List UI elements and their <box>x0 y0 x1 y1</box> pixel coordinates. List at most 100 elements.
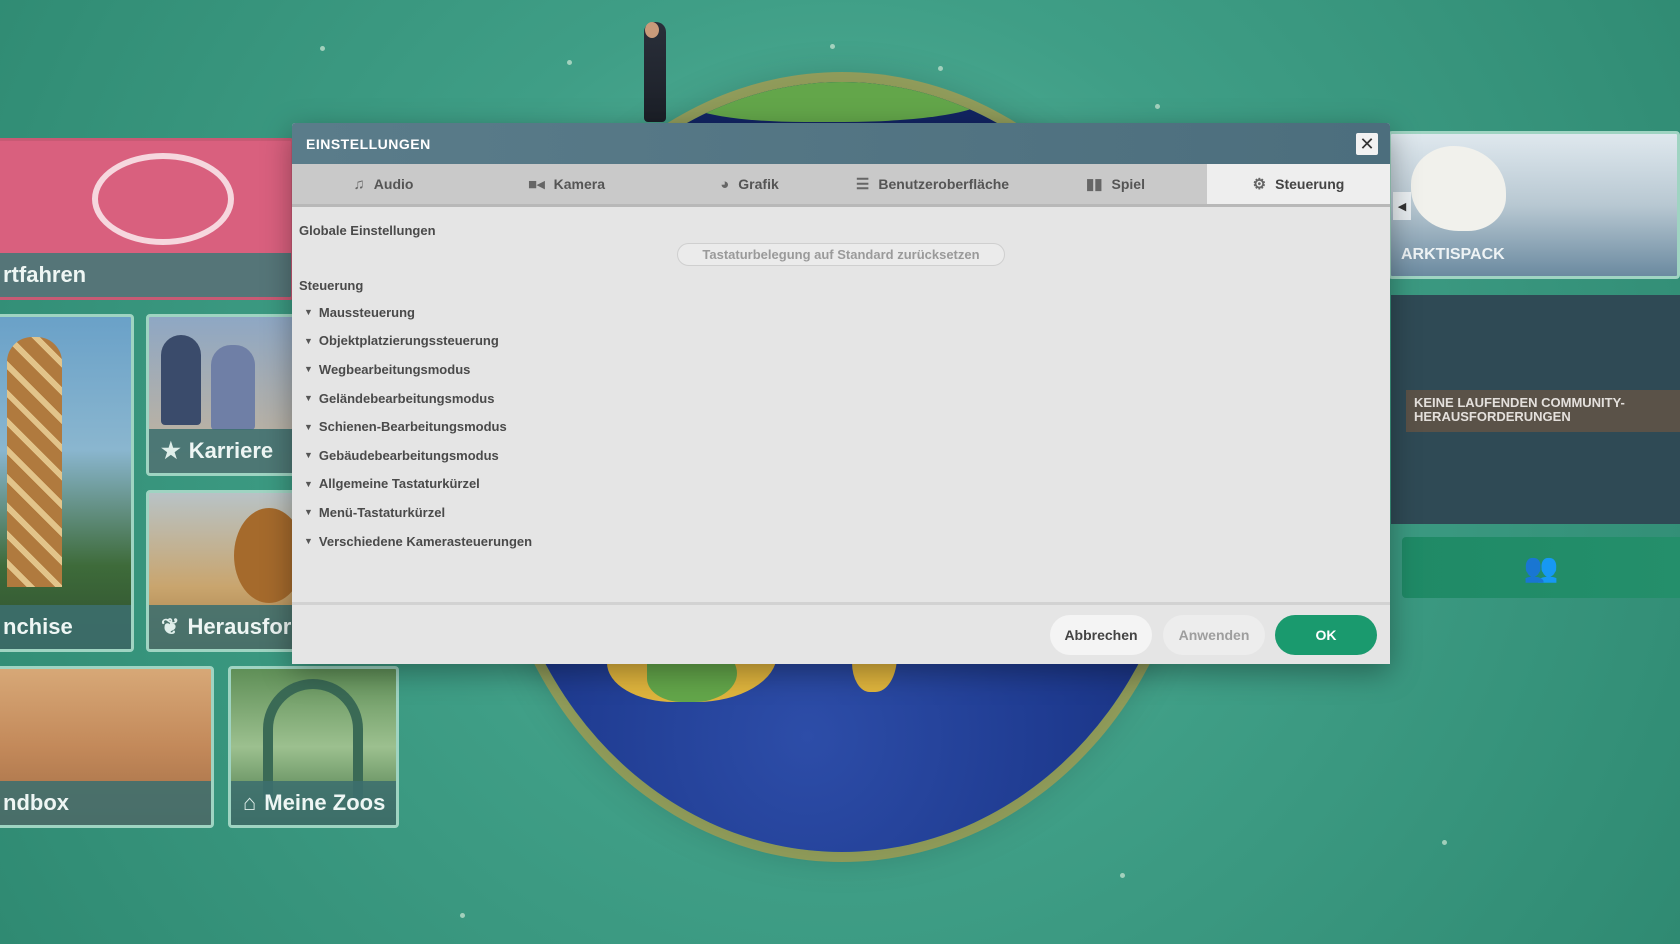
camera-icon: ■◂ <box>528 176 545 193</box>
tab-label: Spiel <box>1111 176 1145 192</box>
continue-tile[interactable]: rtfahren <box>0 138 294 300</box>
control-groups-list: ▼ Maussteuerung ▼ Objektplatzierungssteu… <box>299 298 1383 555</box>
career-label: ★ Karriere <box>149 429 293 473</box>
career-tile[interactable]: ★ Karriere <box>146 314 296 476</box>
sandbox-label: ndbox <box>0 781 211 825</box>
caret-down-icon: ▼ <box>304 536 313 547</box>
control-group-building-editing[interactable]: ▼ Gebäudebearbeitungsmodus <box>299 441 1383 470</box>
dialog-footer: Abbrechen Anwenden OK <box>292 602 1390 664</box>
challenge-label: ❦ Herausfor <box>149 605 293 649</box>
bar-chart-icon: ▮▮ <box>1086 176 1103 193</box>
carousel-prev-icon[interactable]: ◀ <box>1393 192 1411 220</box>
tab-label: Audio <box>373 176 414 192</box>
background-star <box>460 913 465 918</box>
control-group-label: Allgemeine Tastaturkürzel <box>318 476 480 492</box>
controls-heading: Steuerung <box>299 278 364 293</box>
control-group-menu-shortcuts[interactable]: ▼ Menü-Tastaturkürzel <box>299 498 1383 527</box>
settings-content: Globale Einstellungen Tastaturbelegung a… <box>292 207 1390 555</box>
caret-down-icon: ▼ <box>304 478 313 489</box>
community-panel: KEINE LAUFENDEN COMMUNITY-HERAUSFORDERUN… <box>1391 295 1680 524</box>
career-character <box>211 345 255 430</box>
control-group-camera-controls[interactable]: ▼ Verschiedene Kamerasteuerungen <box>299 527 1383 556</box>
control-group-track-editing[interactable]: ▼ Schienen-Bearbeitungsmodus <box>299 412 1383 441</box>
background-star <box>1442 840 1447 845</box>
control-group-object-placement[interactable]: ▼ Objektplatzierungssteuerung <box>299 327 1383 356</box>
tab-label: Steuerung <box>1275 176 1345 192</box>
my-zoos-label: ⌂ Meine Zoos <box>231 781 396 825</box>
caret-down-icon: ▼ <box>304 393 313 404</box>
music-note-icon: ♫ <box>353 175 365 193</box>
tab-label: Grafik <box>738 176 779 192</box>
caret-down-icon: ▼ <box>304 364 313 375</box>
globe-continent <box>687 82 987 122</box>
close-icon: ✕ <box>1359 133 1375 155</box>
tab-label: Kamera <box>553 176 605 192</box>
franchise-label: nchise <box>0 605 131 649</box>
dialog-header: EINSTELLUNGEN ✕ <box>292 123 1390 164</box>
settings-dialog: EINSTELLUNGEN ✕ ♫ Audio ■◂ Kamera ◕ Graf… <box>292 123 1390 664</box>
control-group-label: Schienen-Bearbeitungsmodus <box>318 419 507 435</box>
gate-icon: ⌂ <box>243 790 257 815</box>
cancel-button[interactable]: Abbrechen <box>1050 615 1152 655</box>
group-icon: 👥 <box>1523 551 1559 584</box>
palette-icon: ◕ <box>720 175 730 193</box>
control-group-terrain-editing[interactable]: ▼ Geländebearbeitungsmodus <box>299 384 1383 413</box>
stars-icon: ★ <box>161 438 181 463</box>
caret-down-icon: ▼ <box>304 507 313 518</box>
career-character <box>161 335 201 425</box>
control-group-path-editing[interactable]: ▼ Wegbearbeitungsmodus <box>299 355 1383 384</box>
community-challenges-status: KEINE LAUFENDEN COMMUNITY-HERAUSFORDERUN… <box>1406 390 1680 432</box>
background-star <box>938 66 943 71</box>
tab-camera[interactable]: ■◂ Kamera <box>475 164 658 204</box>
dlc-banner[interactable]: ◀ ARKTISPACK <box>1388 131 1680 279</box>
lion-illustration <box>234 508 293 603</box>
control-group-general-shortcuts[interactable]: ▼ Allgemeine Tastaturkürzel <box>299 470 1383 499</box>
global-settings-heading: Globale Einstellungen <box>299 223 436 238</box>
tab-game[interactable]: ▮▮ Spiel <box>1024 164 1207 204</box>
my-zoos-tile[interactable]: ⌂ Meine Zoos <box>228 666 399 828</box>
my-zoos-text: Meine Zoos <box>264 790 386 815</box>
sandbox-tile[interactable]: ndbox <box>0 666 214 828</box>
tab-label: Benutzeroberfläche <box>878 176 1010 192</box>
control-group-label: Gebäudebearbeitungsmodus <box>318 447 499 463</box>
polar-bear-illustration <box>1411 146 1506 231</box>
franchise-tile[interactable]: nchise <box>0 314 134 652</box>
control-group-label: Objektplatzierungssteuerung <box>318 333 499 349</box>
background-star <box>320 46 325 51</box>
challenge-text: Herausfor <box>187 614 292 639</box>
list-icon: ☰ <box>855 176 870 193</box>
giraffe-illustration <box>7 337 62 587</box>
challenge-tile[interactable]: ❦ Herausfor <box>146 490 296 652</box>
dialog-title: EINSTELLUNGEN <box>306 135 431 152</box>
control-group-label: Geländebearbeitungsmodus <box>318 390 495 406</box>
background-star <box>1120 873 1125 878</box>
control-group-label: Verschiedene Kamerasteuerungen <box>318 533 533 549</box>
caret-down-icon: ▼ <box>304 450 313 461</box>
control-group-label: Wegbearbeitungsmodus <box>318 361 471 377</box>
laurel-icon: ❦ <box>161 614 180 639</box>
tab-interface[interactable]: ☰ Benutzeroberfläche <box>841 164 1024 204</box>
zookeeper-head <box>645 22 659 38</box>
reset-keybindings-button[interactable]: Tastaturbelegung auf Standard zurücksetz… <box>677 243 1005 266</box>
caret-down-icon: ▼ <box>304 307 313 318</box>
career-text: Karriere <box>188 438 274 463</box>
control-group-mouse[interactable]: ▼ Maussteuerung <box>299 298 1383 327</box>
ok-button[interactable]: OK <box>1275 615 1377 655</box>
gear-icon: ⚙ <box>1252 176 1267 193</box>
background-star <box>567 60 572 65</box>
close-button[interactable]: ✕ <box>1356 133 1378 155</box>
apply-button[interactable]: Anwenden <box>1163 615 1265 655</box>
planet-zoo-logo-icon <box>92 153 234 245</box>
control-group-label: Maussteuerung <box>318 304 415 320</box>
tab-audio[interactable]: ♫ Audio <box>292 164 475 204</box>
community-button[interactable]: 👥 <box>1402 537 1680 598</box>
tab-graphics[interactable]: ◕ Grafik <box>658 164 841 204</box>
background-star <box>830 44 835 49</box>
dlc-label: ARKTISPACK <box>1401 246 1505 263</box>
settings-tabs: ♫ Audio ■◂ Kamera ◕ Grafik ☰ Benutzerobe… <box>292 164 1390 207</box>
caret-down-icon: ▼ <box>304 421 313 432</box>
caret-down-icon: ▼ <box>304 335 313 346</box>
control-group-label: Menü-Tastaturkürzel <box>318 504 446 520</box>
tab-controls[interactable]: ⚙ Steuerung <box>1207 164 1390 204</box>
continue-label: rtfahren <box>0 253 291 297</box>
